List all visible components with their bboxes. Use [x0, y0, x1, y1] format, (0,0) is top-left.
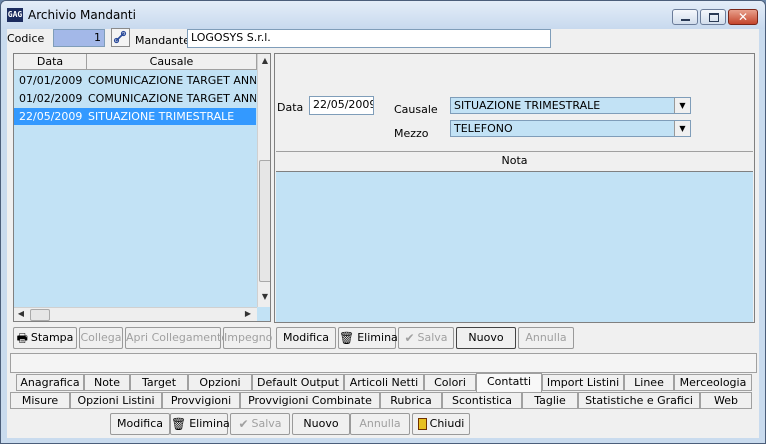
scroll-thumb[interactable] [30, 309, 50, 321]
apri-collegamento-button[interactable]: Apri Collegamento [125, 327, 228, 349]
stampa-button[interactable]: 🖶 Stampa [13, 327, 77, 349]
chevron-down-icon[interactable]: ▼ [674, 98, 690, 113]
bottom-nuovo-button[interactable]: Nuovo [292, 413, 350, 435]
close-icon: ✕ [737, 10, 749, 24]
list-row[interactable]: 01/02/2009 COMUNICAZIONE TARGET ANNUALE [14, 90, 256, 107]
stampa-label: Stampa [30, 331, 74, 344]
main-window: GAG Archivio Mandanti ✕ Codice 1 Mandant… [0, 0, 766, 444]
bottom-elimina-label: Elimina [189, 417, 230, 430]
causale-select[interactable]: SITUAZIONE TRIMESTRALE ▼ [450, 97, 691, 114]
vertical-scrollbar[interactable]: ▲ ▼ [257, 54, 270, 307]
horizontal-scrollbar[interactable]: ◀ ▶ [14, 307, 257, 321]
scroll-thumb[interactable] [259, 160, 270, 282]
tab-linee[interactable]: Linee [624, 374, 674, 391]
close-button[interactable]: ✕ [728, 9, 758, 25]
trash-icon: 🗑 [339, 331, 355, 345]
bottom-salva-label: Salva [251, 417, 282, 430]
printer-icon: 🖶 [16, 331, 28, 345]
tab-articoli-netti[interactable]: Articoli Netti [344, 374, 424, 391]
impegno-button[interactable]: Impegno [223, 327, 272, 349]
mandante-input[interactable]: LOGOSYS S.r.l. [187, 29, 551, 48]
tab-misure[interactable]: Misure [10, 392, 70, 409]
bottom-annulla-button[interactable]: Annulla [350, 413, 410, 435]
row-date: 07/01/2009 [19, 74, 83, 87]
elimina-button[interactable]: 🗑 Elimina [338, 327, 398, 349]
list-row[interactable]: 07/01/2009 COMUNICAZIONE TARGET ANNUALE [14, 72, 256, 89]
tab-opzioni-listini[interactable]: Opzioni Listini [70, 392, 162, 409]
row-causale: COMUNICAZIONE TARGET ANNUALE [88, 92, 256, 105]
tab-rubrica[interactable]: Rubrica [380, 392, 442, 409]
scroll-left-icon[interactable]: ◀ [14, 309, 28, 318]
codice-input[interactable]: 1 [53, 29, 105, 47]
client-area: Codice 1 Mandante LOGOSYS S.r.l. Data Ca… [7, 28, 759, 438]
scroll-right-icon[interactable]: ▶ [241, 309, 255, 318]
tab-default-output[interactable]: Default Output [252, 374, 344, 391]
data-input[interactable]: 22/05/2009 [309, 96, 374, 115]
list-row-selected[interactable]: 22/05/2009 SITUAZIONE TRIMESTRALE [14, 108, 256, 125]
window-title: Archivio Mandanti [28, 8, 136, 22]
title-bar[interactable]: GAG Archivio Mandanti ✕ [1, 1, 765, 29]
tab-statistiche-grafici[interactable]: Statistiche e Grafici [578, 392, 700, 409]
tab-taglie[interactable]: Taglie [522, 392, 578, 409]
codice-label: Codice [7, 32, 45, 45]
chiudi-label: Chiudi [429, 417, 465, 430]
tab-target[interactable]: Target [130, 374, 188, 391]
status-bar [10, 353, 757, 373]
checkmark-icon: ✔ [238, 417, 249, 431]
bottom-elimina-button[interactable]: 🗑 Elimina [170, 413, 230, 435]
mezzo-label: Mezzo [394, 127, 429, 140]
modifica-button[interactable]: Modifica [276, 327, 336, 349]
tab-note[interactable]: Note [84, 374, 130, 391]
tab-opzioni[interactable]: Opzioni [188, 374, 252, 391]
link-button[interactable] [111, 28, 130, 47]
contact-detail-panel: Data 22/05/2009 Causale SITUAZIONE TRIME… [274, 53, 755, 323]
column-header-causale[interactable]: Causale [87, 54, 257, 70]
row-causale: COMUNICAZIONE TARGET ANNUALE [88, 74, 256, 87]
mandante-label: Mandante [135, 34, 190, 47]
nota-header: Nota [276, 151, 753, 172]
tab-anagrafica[interactable]: Anagrafica [16, 374, 84, 391]
nuovo-button[interactable]: Nuovo [456, 327, 516, 349]
scroll-down-icon[interactable]: ▼ [258, 292, 270, 301]
bottom-modifica-button[interactable]: Modifica [110, 413, 170, 435]
tab-scontistica[interactable]: Scontistica [442, 392, 522, 409]
tab-web[interactable]: Web [700, 392, 752, 409]
data-label: Data [277, 101, 304, 114]
mezzo-value: TELEFONO [454, 122, 513, 135]
tab-merceologia[interactable]: Merceologia [674, 374, 752, 391]
tab-contatti[interactable]: Contatti [476, 373, 542, 392]
app-logo-icon: GAG [7, 8, 23, 22]
annulla-button[interactable]: Annulla [518, 327, 574, 349]
scroll-up-icon[interactable]: ▲ [258, 56, 270, 65]
column-header-data[interactable]: Data [14, 54, 87, 70]
row-causale: SITUAZIONE TRIMESTRALE [88, 110, 235, 123]
trash-icon: 🗑 [171, 417, 187, 431]
causale-value: SITUAZIONE TRIMESTRALE [454, 99, 601, 112]
row-date: 22/05/2009 [19, 110, 83, 123]
tab-provvigioni-combinate[interactable]: Provvigioni Combinate [240, 392, 380, 409]
tab-import-listini[interactable]: Import Listini [542, 374, 624, 391]
chiudi-button[interactable]: Chiudi [412, 413, 470, 435]
chevron-down-icon[interactable]: ▼ [674, 121, 690, 136]
nota-textarea[interactable] [276, 171, 753, 322]
salva-button[interactable]: ✔ Salva [398, 327, 454, 349]
contacts-list[interactable]: Data Causale 07/01/2009 COMUNICAZIONE TA… [13, 53, 271, 322]
row-date: 01/02/2009 [19, 92, 83, 105]
mezzo-select[interactable]: TELEFONO ▼ [450, 120, 691, 137]
collega-button[interactable]: Collega [79, 327, 123, 349]
salva-label: Salva [417, 331, 448, 344]
minimize-button[interactable] [672, 9, 698, 25]
bottom-salva-button[interactable]: ✔ Salva [230, 413, 290, 435]
checkmark-icon: ✔ [404, 331, 415, 345]
tab-colori[interactable]: Colori [424, 374, 476, 391]
elimina-label: Elimina [357, 331, 398, 344]
maximize-button[interactable] [700, 9, 726, 25]
exit-door-icon [417, 418, 427, 430]
causale-label: Causale [394, 103, 438, 116]
tab-provvigioni[interactable]: Provvigioni [162, 392, 240, 409]
link-icon [113, 30, 127, 44]
